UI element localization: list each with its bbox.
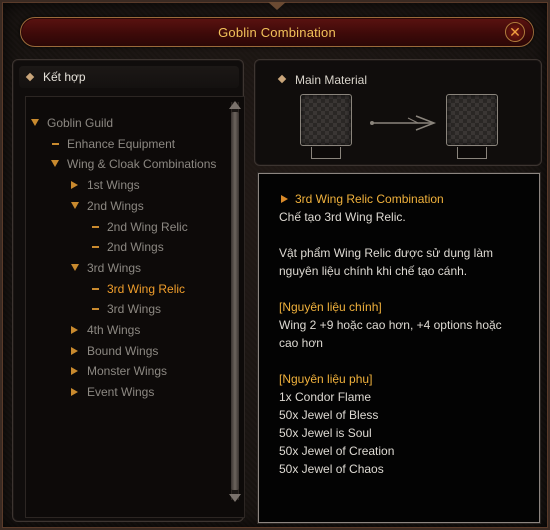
tree-item-label: 3rd Wings xyxy=(107,302,162,317)
tree-item-label: Goblin Guild xyxy=(47,116,114,130)
scroll-down-arrow-icon[interactable] xyxy=(228,493,242,503)
goblin-combination-window: Goblin Combination ✕ Kết hợp Goblin Guil… xyxy=(0,0,550,530)
tree-item-label: Event Wings xyxy=(87,385,155,400)
detail-line: Chế tạo 3rd Wing Relic. xyxy=(279,210,406,224)
detail-line: 50x Jewel is Soul xyxy=(279,426,372,440)
tree-item-label: Wing & Cloak Combinations xyxy=(67,157,217,172)
result-slot-base xyxy=(457,147,487,159)
combine-arrow-icon xyxy=(370,115,437,131)
window-title: Goblin Combination xyxy=(218,25,336,40)
recipe-detail-panel: 3rd Wing Relic Combination Chế tạo 3rd W… xyxy=(258,173,540,523)
detail-line: 1x Condor Flame xyxy=(279,390,372,404)
chevron-right-icon xyxy=(71,388,78,397)
category-header-label: Kết hợp xyxy=(43,70,86,84)
tree-item-label: 3rd Wing Relic xyxy=(107,281,186,296)
dash-icon xyxy=(52,142,59,145)
dash-icon xyxy=(92,308,99,311)
tree-item-label: Enhance Equipment xyxy=(67,136,176,151)
dash-icon xyxy=(92,246,99,249)
detail-line: 50x Jewel of Creation xyxy=(279,444,395,458)
title-bar: Goblin Combination ✕ xyxy=(20,17,534,47)
detail-line: 50x Jewel of Bless xyxy=(279,408,379,422)
tree-item-label: Bound Wings xyxy=(87,343,159,358)
close-button[interactable]: ✕ xyxy=(505,22,525,42)
tree-item-label: 3rd Wings xyxy=(87,260,142,275)
chevron-right-icon xyxy=(71,181,78,190)
detail-line: nguyên liệu chính khi chế tạo cánh. xyxy=(279,264,468,278)
tree-item-label: 2nd Wings xyxy=(87,198,144,213)
chevron-right-icon xyxy=(71,346,78,355)
detail-line: [Nguyên liệu phụ] xyxy=(279,372,373,386)
arrow-right-icon xyxy=(281,195,288,203)
scroll-up-arrow-icon[interactable] xyxy=(228,100,242,110)
tree-item-label: 1st Wings xyxy=(87,178,140,193)
tree-item-label: Monster Wings xyxy=(87,364,168,379)
tree-item-label: 4th Wings xyxy=(87,323,141,337)
dash-icon xyxy=(92,287,99,290)
diamond-icon xyxy=(277,74,287,84)
detail-line: 50x Jewel of Chaos xyxy=(279,462,384,476)
title-ornament xyxy=(268,2,286,12)
chevron-right-icon xyxy=(71,326,78,334)
tree-scrollbar-thumb[interactable] xyxy=(231,112,239,490)
detail-line: Wing 2 +9 hoặc cao hơn, +4 options hoặc xyxy=(279,318,502,332)
chevron-down-icon xyxy=(51,160,59,168)
chevron-down-icon xyxy=(71,201,79,209)
category-header: Kết hợp xyxy=(19,66,239,88)
tree-item-label: 2nd Wings xyxy=(107,240,164,255)
main-material-slot[interactable] xyxy=(300,94,352,146)
detail-line: [Nguyên liệu chính] xyxy=(279,300,382,314)
result-slot[interactable] xyxy=(446,94,498,146)
chevron-right-icon xyxy=(71,367,78,376)
detail-line: cao hơn xyxy=(279,336,323,350)
chevron-down-icon xyxy=(31,119,39,126)
tree-item-label: 2nd Wing Relic xyxy=(107,219,188,234)
main-material-label: Main Material xyxy=(295,73,368,87)
diamond-icon xyxy=(25,72,35,82)
detail-line: Vật phẩm Wing Relic được sử dụng làm xyxy=(279,246,494,260)
dash-icon xyxy=(92,225,99,228)
recipe-detail-title: 3rd Wing Relic Combination xyxy=(295,192,444,206)
close-icon: ✕ xyxy=(509,24,521,40)
main-material-slot-base xyxy=(311,147,341,159)
chevron-down-icon xyxy=(71,263,79,271)
